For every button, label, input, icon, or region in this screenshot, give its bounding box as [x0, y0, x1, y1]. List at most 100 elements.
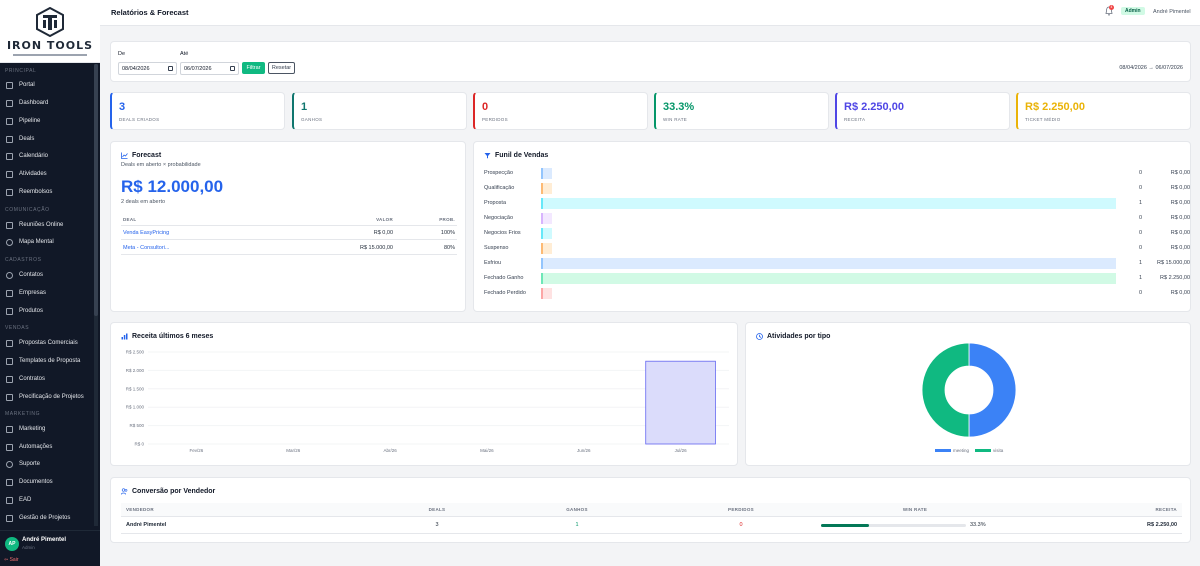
- activities-donut-chart: meeting visita: [921, 343, 1017, 453]
- funnel-stage-row: Qualificação 0 R$ 0,00: [484, 183, 1190, 194]
- calendar-icon[interactable]: [168, 66, 173, 71]
- kpi-value: R$ 2.250,00: [844, 101, 904, 113]
- sidebar-item-label: Deals: [19, 136, 35, 142]
- sidebar-item-contratos[interactable]: Contratos: [0, 371, 93, 387]
- logout-label: Sair: [9, 557, 19, 563]
- sidebar-item-label: Portal: [19, 82, 35, 88]
- kpi-label: TICKET MÉDIO: [1025, 117, 1061, 122]
- sidebar-item-label: Templates de Proposta: [19, 358, 81, 364]
- legend-swatch[interactable]: [935, 449, 951, 452]
- deal-link[interactable]: Meta - Consultori...: [123, 245, 169, 251]
- funnel-stage-label: Qualificação: [484, 185, 515, 191]
- to-date-value: 06/07/2026: [184, 65, 212, 72]
- funnel-stage-label: Negociação: [484, 215, 514, 221]
- bolt-icon: [6, 443, 13, 451]
- table-row: André Pimentel 3 1 0 33.3% R$ 2.250,00: [121, 518, 1182, 534]
- funnel-stage-count: 0: [1138, 230, 1142, 236]
- sidebar-item-reembolsos[interactable]: Reembolsos: [0, 184, 93, 200]
- logout-link[interactable]: ⇦ Sair: [4, 557, 19, 563]
- sidebar-item-produtos[interactable]: Produtos: [0, 303, 93, 319]
- funnel-stage-value: R$ 2.250,00: [1160, 275, 1190, 281]
- deal-value: R$ 0,00: [373, 230, 393, 236]
- legend-swatch[interactable]: [975, 449, 991, 452]
- sidebar-item-pipeline[interactable]: Pipeline: [0, 113, 93, 129]
- to-date-input[interactable]: 06/07/2026: [180, 62, 239, 75]
- sidebar-user[interactable]: AP André Pimentel Admin ⇦ Sair: [0, 530, 100, 566]
- sidebar-item-reunioes-online[interactable]: Reuniões Online: [0, 217, 93, 233]
- sidebar-scrollbar[interactable]: [94, 64, 98, 526]
- kpi-label: PERDIDOS: [482, 117, 508, 122]
- sidebar-item-label: Reembolsos: [19, 189, 53, 195]
- sidebar-item-portal[interactable]: Portal: [0, 77, 93, 93]
- sidebar-item-atividades[interactable]: Atividades: [0, 166, 93, 182]
- revenue-bar[interactable]: [645, 360, 716, 445]
- calendar-icon[interactable]: [230, 66, 235, 71]
- sidebar-scroll-thumb[interactable]: [94, 64, 98, 316]
- filter-button[interactable]: Filtrar: [242, 62, 265, 74]
- y-tick-label: R$ 0: [134, 442, 144, 447]
- kpi-perdidos: 0 PERDIDOS: [473, 92, 648, 130]
- sidebar-item-label: Suporte: [19, 461, 41, 467]
- sidebar-item-precificacao-de-projetos[interactable]: Precificação de Projetos: [0, 389, 93, 405]
- funnel-stage-row: Negociação 0 R$ 0,00: [484, 213, 1190, 224]
- sidebar-item-dashboard[interactable]: Dashboard: [0, 95, 93, 111]
- funnel-stage-row: Fechado Ganho 1 R$ 2.250,00: [484, 273, 1190, 284]
- sidebar-item-contatos[interactable]: Contatos: [0, 267, 93, 283]
- sidebar-item-label: Documentos: [19, 479, 53, 485]
- col-deals: DEALS: [428, 507, 446, 512]
- funnel-stage-bar: [541, 198, 1116, 209]
- sidebar-item-gestao-de-projetos[interactable]: Gestão de Projetos: [0, 510, 93, 526]
- sidebar-item-label: Pipeline: [19, 118, 41, 124]
- sidebar-item-ead[interactable]: EAD: [0, 492, 93, 508]
- support-icon: [6, 460, 13, 468]
- header-user-name[interactable]: André Pimentel: [1153, 9, 1191, 15]
- x-tick-label: Mar/26: [286, 448, 301, 453]
- sidebar-item-automacoes[interactable]: Automações: [0, 439, 93, 455]
- sidebar-item-deals[interactable]: Deals: [0, 131, 93, 147]
- education-icon: [6, 496, 13, 504]
- sidebar-item-calendario[interactable]: Calendário: [0, 148, 93, 164]
- funnel-stage-count: 1: [1138, 275, 1142, 281]
- forecast-card: Forecast Deals em aberto × probabilidade…: [110, 141, 466, 312]
- from-label: De: [118, 51, 126, 57]
- forecast-table-header: DEAL VALOR PROB.: [121, 214, 457, 226]
- funnel-title: Funil de Vendas: [484, 152, 548, 159]
- brand-logo[interactable]: IRON TOOLS: [0, 0, 100, 63]
- x-tick-label: Abr/26: [383, 448, 397, 453]
- funnel-stage-bar: [541, 183, 552, 194]
- legend-label[interactable]: meeting: [953, 448, 970, 453]
- funnel-stage-label: Esfriou: [484, 260, 502, 266]
- sidebar-item-empresas[interactable]: Empresas: [0, 285, 93, 301]
- funnel-stage-value: R$ 0,00: [1170, 230, 1190, 236]
- users-icon: [121, 488, 128, 495]
- x-tick-label: Jul/26: [675, 448, 688, 453]
- sidebar-item-templates-de-proposta[interactable]: Templates de Proposta: [0, 353, 93, 369]
- sidebar-item-propostas-comerciais[interactable]: Propostas Comerciais: [0, 335, 93, 351]
- sidebar-item-suporte[interactable]: Suporte: [0, 456, 93, 472]
- funnel-stage-count: 0: [1138, 290, 1142, 296]
- sidebar-item-documentos[interactable]: Documentos: [0, 474, 93, 490]
- sidebar: IRON TOOLS PRINCIPAL Portal Dashboard Pi…: [0, 0, 100, 566]
- sidebar-item-label: Empresas: [19, 290, 47, 296]
- conversion-card: Conversão por Vendedor VENDEDOR DEALS GA…: [110, 477, 1191, 543]
- conversion-title-text: Conversão por Vendedor: [132, 488, 216, 495]
- document-icon: [6, 478, 13, 486]
- kpi-receita: R$ 2.250,00 RECEITA: [835, 92, 1010, 130]
- donut-slice-visita[interactable]: [921, 343, 970, 438]
- deal-value: R$ 15.000,00: [359, 245, 393, 251]
- from-date-input[interactable]: 08/04/2026: [118, 62, 177, 75]
- kpi-value: 1: [301, 101, 308, 113]
- mindmap-icon: [6, 238, 13, 246]
- funnel-stage-label: Suspenso: [484, 245, 509, 251]
- reset-button[interactable]: Resetar: [268, 62, 295, 74]
- top-bar: Relatórios & Forecast 4 Admin André Pime…: [100, 0, 1200, 26]
- deal-link[interactable]: Venda EasyPricing: [123, 230, 169, 236]
- activities-icon: [6, 170, 13, 178]
- sidebar-item-label: Dashboard: [19, 100, 49, 106]
- forecast-title-text: Forecast: [132, 152, 162, 159]
- sidebar-item-label: Contratos: [19, 376, 46, 382]
- sidebar-item-marketing[interactable]: Marketing: [0, 421, 93, 437]
- donut-slice-meeting[interactable]: [968, 343, 1017, 438]
- sidebar-item-mapa-mental[interactable]: Mapa Mental: [0, 234, 93, 250]
- legend-label[interactable]: visita: [993, 448, 1004, 453]
